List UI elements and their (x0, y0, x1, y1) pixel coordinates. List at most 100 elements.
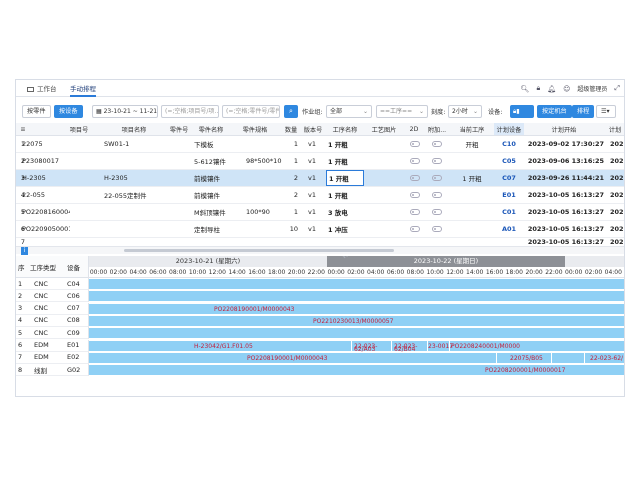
tab-manual-schedule[interactable]: 手动排程 (70, 83, 96, 97)
cell-equip[interactable]: C10 (494, 136, 524, 152)
cell-spec[interactable] (244, 187, 282, 203)
cell-cur[interactable] (450, 187, 494, 203)
cell-end[interactable]: 2023-0 (608, 153, 624, 169)
cell-name[interactable]: SW01-1 (102, 136, 164, 152)
toggle-switch[interactable] (430, 170, 446, 186)
toggle-switch[interactable] (408, 153, 424, 169)
cell-part[interactable] (164, 204, 194, 220)
col-header[interactable]: 计划开始 (524, 123, 604, 135)
cell-project[interactable]: P23080017 (20, 153, 70, 169)
task-label[interactable]: PO2210230013/M0000057 (313, 318, 393, 325)
cell-qty[interactable]: 2 (282, 187, 300, 203)
col-header[interactable]: 2D (404, 123, 424, 135)
cell-qty[interactable]: 1 (282, 136, 300, 152)
cell-start[interactable]: 2023-10-05 16:13:27 (524, 238, 606, 245)
cell-name[interactable]: 22-055定制件 (102, 187, 164, 203)
cell-part[interactable] (164, 170, 194, 186)
col-header[interactable]: 项目号 (54, 123, 104, 135)
gantt-row[interactable]: 1 CNC C04 (16, 278, 89, 290)
lock-button[interactable]: 🔒︎▮ (510, 105, 534, 118)
cell-equip[interactable]: E01 (494, 187, 524, 203)
cell-proc[interactable]: 3 放电 (326, 204, 364, 220)
bell-icon[interactable]: 🔔︎ (547, 85, 556, 93)
schedule-bar[interactable] (89, 291, 624, 302)
col-header[interactable]: 版本号 (300, 123, 326, 135)
col-header[interactable]: 项目名称 (104, 123, 164, 135)
cell-proc[interactable]: 1 开粗 (326, 170, 364, 186)
toggle-switch[interactable] (430, 136, 446, 152)
schedule-bar[interactable] (89, 328, 624, 339)
cell-part-name[interactable]: 5-612镶件 (192, 153, 228, 169)
cell-equip[interactable]: C01 (494, 204, 524, 220)
col-header[interactable]: 零件名称 (194, 123, 228, 135)
cell-qty[interactable]: 10 (282, 221, 300, 237)
toggle-switch[interactable] (408, 170, 424, 186)
cell-proc[interactable]: 1 开粗 (326, 153, 364, 169)
by-equipment-button[interactable]: 按设备 (54, 105, 83, 118)
project-filter-input[interactable]: (=;空格;项目号/项... (161, 105, 219, 118)
cell-ver[interactable]: v1 (306, 221, 326, 237)
cell-proc[interactable]: 1 开粗 (326, 136, 364, 152)
cell-cur[interactable] (450, 204, 494, 220)
cell-ver[interactable]: v1 (306, 170, 326, 186)
scale-select[interactable]: 2小时 ⌄ (448, 105, 482, 118)
task-label[interactable]: 22-023-62/ (590, 355, 623, 362)
cell-end[interactable]: 2023-1 (608, 187, 624, 203)
cell-end[interactable]: 2023-1 (608, 170, 624, 186)
cell-name[interactable]: H-2305 (102, 170, 164, 186)
cell-start[interactable]: 2023-09-06 13:16:25 (524, 153, 606, 169)
cell-cur[interactable] (450, 153, 494, 169)
search-icon[interactable]: 🔍︎ (521, 85, 530, 93)
scrollbar-thumb[interactable] (124, 249, 394, 252)
workshop-select[interactable]: 全部 ⌄ (326, 105, 372, 118)
schedule-bar[interactable] (89, 279, 624, 289)
col-header[interactable]: 数量 (282, 123, 300, 135)
cell-spec[interactable] (244, 170, 282, 186)
cell-part[interactable] (164, 136, 194, 152)
table-row[interactable]: 7 2023-10-05 16:13:272023-1 (16, 238, 624, 245)
cell-ver[interactable]: v1 (306, 204, 326, 220)
cell-end[interactable]: 2023-1 (608, 204, 624, 220)
task-label[interactable]: PO2208200001/M0000017 (485, 367, 565, 374)
task-label[interactable]: 62/A03 (354, 346, 375, 353)
cell-part-name[interactable]: M斜顶镶件 (192, 204, 228, 220)
task-label[interactable]: PO2208190001/M0000043 (247, 355, 327, 362)
toggle-switch[interactable] (408, 221, 424, 237)
cell-part-name[interactable]: 定制导柱 (192, 221, 228, 237)
cell-part-name[interactable]: 下模板 (192, 136, 228, 152)
cell-cur[interactable]: 开粗 (450, 136, 494, 152)
tab-workbench[interactable]: 工作台 (27, 83, 57, 97)
col-header[interactable]: 计划设备 (494, 123, 524, 135)
cell-proc[interactable]: 1 冲压 (326, 221, 364, 237)
cell-qty[interactable]: 1 (282, 153, 300, 169)
process-select[interactable]: ==工序== ⌄ (376, 105, 428, 118)
gantt-row[interactable]: 8 线割 G02 (16, 364, 89, 377)
cell-no[interactable]: 7 (16, 238, 30, 245)
table-row[interactable]: 2 P23080017 5-612镶件 98*500*100 1 v1 1 开粗 C05 202… (16, 153, 624, 170)
table-row[interactable]: 3 H-2305 H-2305 前模镶件 2 v1 1 开粗 1 开粗 C07 2023-09-2… (16, 170, 624, 187)
task-label[interactable]: 22075/B05 (510, 355, 543, 362)
col-header[interactable]: 零件号 (164, 123, 194, 135)
schedule-bar[interactable] (89, 352, 624, 363)
schedule-bar[interactable] (89, 303, 624, 314)
cell-project[interactable]: 22075 (20, 136, 70, 152)
cell-spec[interactable] (244, 221, 282, 237)
cell-end[interactable]: 2023-1 (608, 136, 624, 152)
cell-ver[interactable]: v1 (306, 136, 326, 152)
cell-start[interactable]: 2023-10-05 16:13:27 (524, 187, 606, 203)
part-filter-input[interactable]: (=;空格;零件号/零件名... (222, 105, 280, 118)
cell-part[interactable] (164, 153, 194, 169)
cell-end[interactable]: 2023-1 (608, 238, 624, 245)
gantt-row[interactable]: 6 EDM E01 (16, 339, 89, 352)
task-label[interactable]: 62/B04 (394, 346, 415, 353)
cell-spec[interactable]: 100*90 (244, 204, 282, 220)
toggle-switch[interactable] (430, 221, 446, 237)
cell-project[interactable]: H-2305 (20, 170, 70, 186)
cell-ver[interactable]: v1 (306, 153, 326, 169)
cell-part[interactable] (164, 187, 194, 203)
by-part-button[interactable]: 按零件 (22, 105, 51, 118)
user-name[interactable]: 超级管理员 (577, 84, 607, 93)
task-label[interactable]: PO2208240001/M0000 (451, 343, 520, 350)
cell-start[interactable]: 2023-09-02 17:30:27 (524, 136, 606, 152)
toggle-switch[interactable] (408, 136, 424, 152)
